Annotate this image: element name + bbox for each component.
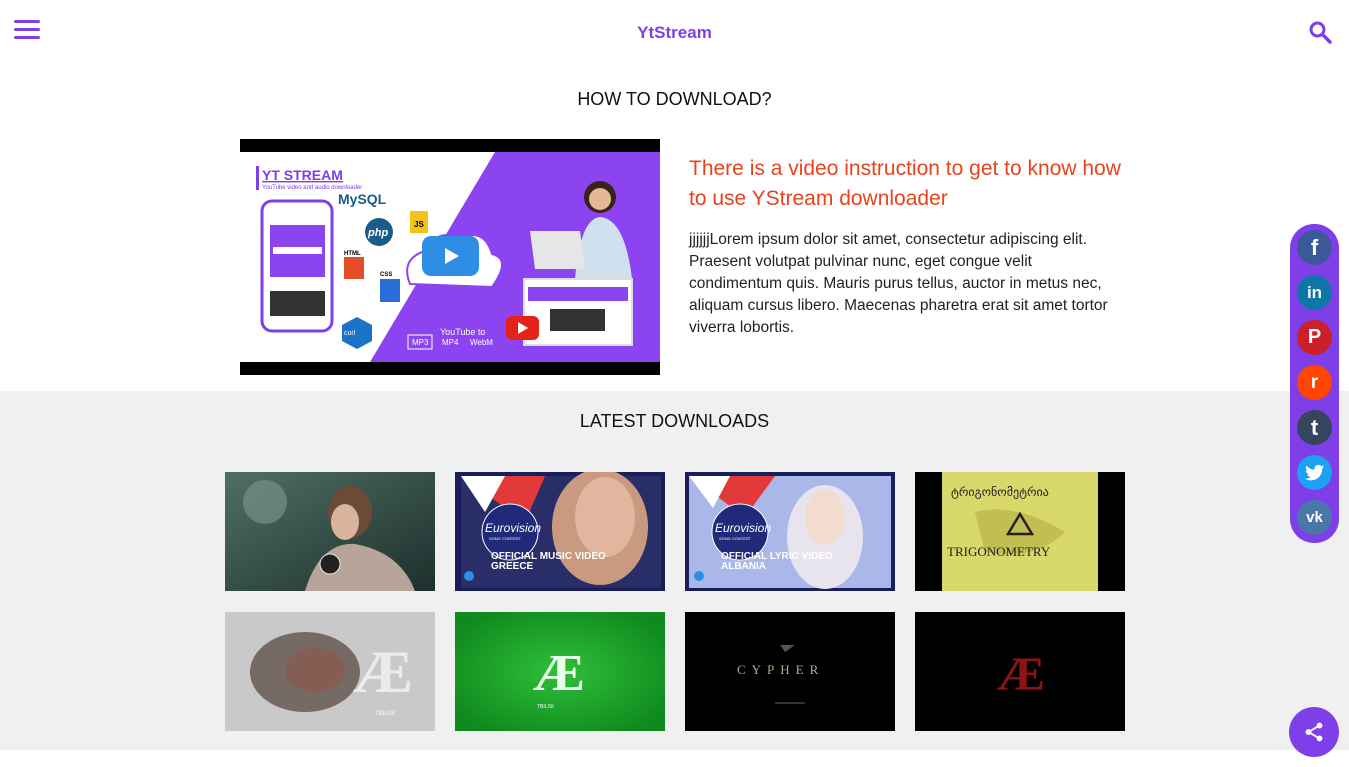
brand-title: YtStream [0, 23, 1349, 43]
thumb-7-overlay-line-1: CYPHER [737, 662, 824, 677]
reddit-share-button[interactable]: r [1297, 365, 1332, 400]
facebook-icon: f [1310, 234, 1319, 260]
twitter-icon [1304, 464, 1324, 480]
thumb-5-overlay-line-1: TBILISI [375, 711, 395, 717]
linkedin-icon: in [1306, 282, 1323, 302]
laptop-icon [530, 231, 585, 269]
thumb-6-logo-glyph: Æ [533, 645, 585, 702]
share-icon [1305, 722, 1323, 742]
download-thumbnail-7[interactable]: CYPHER [685, 612, 895, 731]
top-header: YtStream [0, 0, 1349, 66]
instruction-video-thumbnail[interactable]: YT STREAM YouTube video and audio downlo… [240, 139, 660, 375]
tumblr-share-button[interactable]: t [1297, 410, 1332, 445]
search-icon [1309, 21, 1332, 44]
format-mp3: MP3 [412, 338, 429, 347]
format-caption: YouTube to [440, 327, 485, 337]
mysql-label: MySQL [338, 191, 387, 207]
format-mp4: MP4 [442, 338, 459, 347]
thumb-2-overlay-line-1: Eurovision [485, 521, 541, 535]
download-thumbnail-3[interactable]: Eurovision SONG CONTEST OFFICIAL LYRIC V… [685, 472, 895, 591]
vk-icon: vk [1306, 509, 1323, 526]
download-thumbnail-2[interactable]: Eurovision SONG CONTEST OFFICIAL MUSIC V… [455, 472, 665, 591]
thumb-2-overlay-line-2: SONG CONTEST [489, 536, 522, 541]
download-thumbnail-4[interactable]: ტრიგონომეტრია TRIGONOMETRY [915, 472, 1125, 591]
download-thumbnail-6[interactable]: Æ TBILISI [455, 612, 665, 731]
reddit-icon: r [1310, 371, 1319, 393]
download-thumbnail-1[interactable] [225, 472, 435, 591]
css-label: CSS [380, 272, 392, 278]
js-label: JS [414, 220, 424, 229]
tumblr-icon: t [1310, 414, 1319, 440]
thumb-3-overlay-line-4: ALBANIA [721, 561, 766, 572]
social-share-bar: f in P r t vk [1290, 224, 1339, 543]
curl-label: curl [344, 330, 356, 337]
facebook-share-button[interactable]: f [1297, 230, 1332, 265]
howto-section-title: HOW TO DOWNLOAD? [577, 89, 772, 109]
latest-downloads-section: LATEST DOWNLOADS Eurovision SONG CONTEST… [0, 391, 1349, 750]
logo-bar [256, 166, 259, 190]
share-floating-button[interactable] [1289, 707, 1339, 757]
thumb-2-overlay-line-4: GREECE [491, 561, 534, 572]
latest-downloads-title: LATEST DOWNLOADS [579, 411, 770, 431]
thumb-4-overlay-line-1: ტრიგონომეტრია [951, 485, 1049, 499]
linkedin-share-button[interactable]: in [1297, 275, 1332, 310]
thumb-4-overlay-line-2: TRIGONOMETRY [947, 544, 1051, 559]
thumb-3-overlay-line-1: Eurovision [715, 521, 771, 535]
php-label: php [367, 227, 388, 239]
thumb-8-logo-glyph: Æ [997, 648, 1045, 701]
format-webm: WebM [470, 338, 493, 347]
brand-link[interactable]: YtStream [637, 23, 712, 42]
pinterest-icon: P [1307, 326, 1322, 348]
download-thumbnail-5[interactable]: Æ TBILISI [225, 612, 435, 731]
download-thumbnail-8[interactable]: Æ [915, 612, 1125, 731]
thumb-6-overlay-line-1: TBILISI [537, 704, 554, 710]
vk-share-button[interactable]: vk [1297, 500, 1332, 535]
pinterest-share-button[interactable]: P [1297, 320, 1332, 355]
twitter-share-button[interactable] [1297, 455, 1332, 490]
css3-icon [380, 279, 400, 302]
howto-description: jjjjjjLorem ipsum dolor sit amet, consec… [689, 231, 1108, 336]
video-logo-text: YT STREAM [262, 167, 343, 183]
html5-icon [344, 257, 364, 279]
search-button[interactable] [1308, 20, 1334, 46]
thumb-3-overlay-line-2: SONG CONTEST [719, 536, 752, 541]
thumb-5-logo-glyph: Æ [353, 639, 413, 705]
html-label: HTML [344, 251, 361, 257]
howto-heading: There is a video instruction to get to k… [689, 157, 1121, 210]
